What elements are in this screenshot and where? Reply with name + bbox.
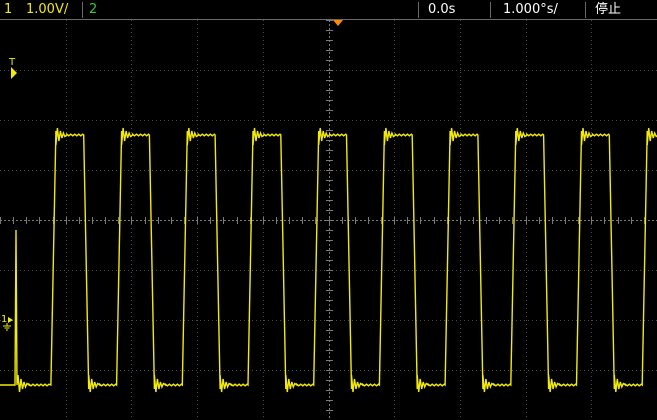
channel1-scale[interactable]: 1.00V/ (26, 2, 68, 17)
status-divider (585, 2, 586, 18)
time-offset[interactable]: 0.0s (428, 2, 455, 17)
status-divider (490, 2, 491, 18)
run-stop-status[interactable]: 停止 (595, 2, 621, 17)
channel2-number[interactable]: 2 (89, 2, 97, 17)
trigger-level-icon[interactable] (11, 67, 17, 79)
time-scale[interactable]: 1.000°s/ (503, 2, 558, 17)
graticule (0, 20, 657, 420)
channel1-ground-label: 1 (1, 314, 7, 325)
status-divider (82, 2, 83, 18)
channel1-ground-marker[interactable] (8, 317, 13, 323)
channel1-number[interactable]: 1 (4, 2, 12, 17)
trigger-position-icon[interactable] (333, 20, 343, 26)
trigger-level-label: T (8, 57, 16, 68)
status-bar: 1 1.00V/ 2 0.0s 1.000°s/ 停止 (0, 0, 657, 20)
waveform-display: T 1 (0, 20, 657, 420)
status-divider (418, 2, 419, 18)
